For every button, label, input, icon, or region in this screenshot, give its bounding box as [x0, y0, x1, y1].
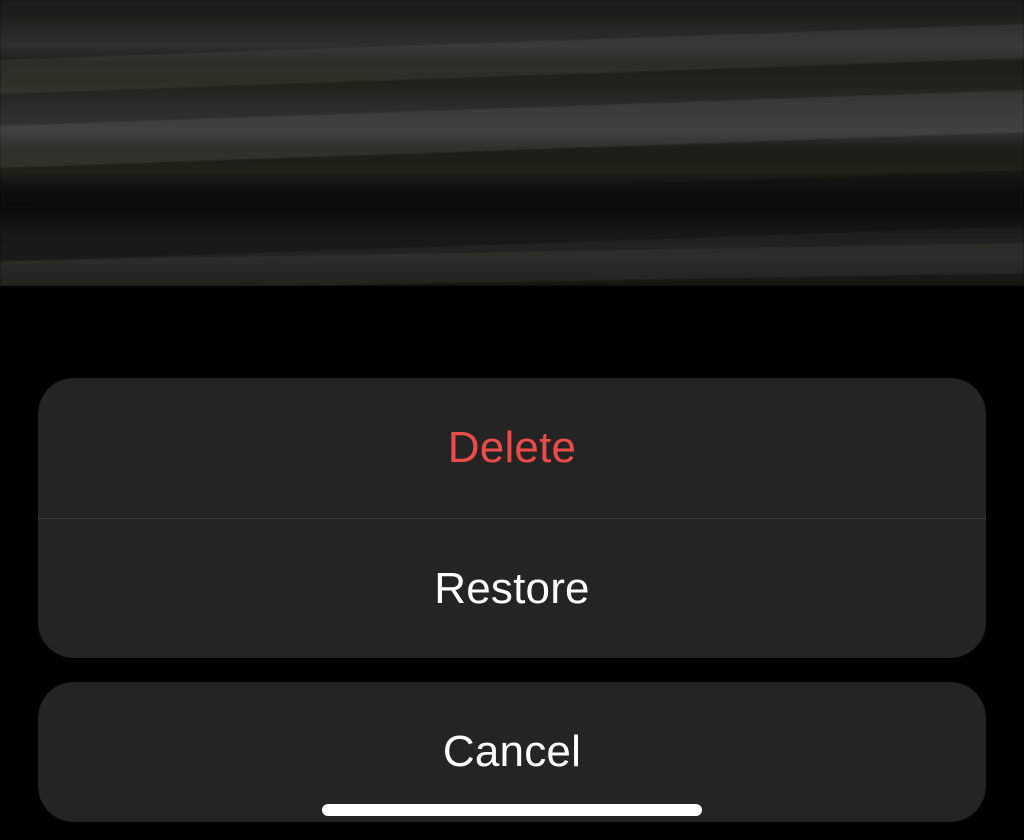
- cancel-button[interactable]: Cancel: [38, 682, 986, 822]
- restore-button[interactable]: Restore: [38, 518, 986, 658]
- action-group: Delete Restore: [38, 378, 986, 658]
- cancel-group: Cancel: [38, 682, 986, 822]
- delete-button[interactable]: Delete: [38, 378, 986, 518]
- action-sheet: Delete Restore Cancel: [0, 378, 1024, 840]
- home-indicator[interactable]: [322, 804, 702, 816]
- background-photo: [0, 0, 1024, 286]
